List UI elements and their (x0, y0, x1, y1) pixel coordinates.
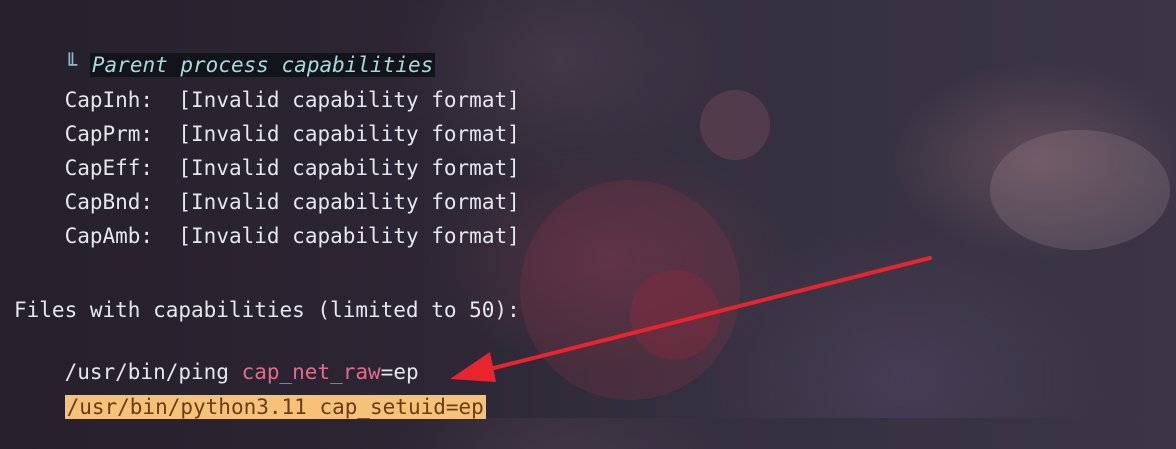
annotation-arrow (450, 256, 932, 382)
arrow-shaft (476, 256, 932, 374)
arrow-head (450, 352, 496, 382)
